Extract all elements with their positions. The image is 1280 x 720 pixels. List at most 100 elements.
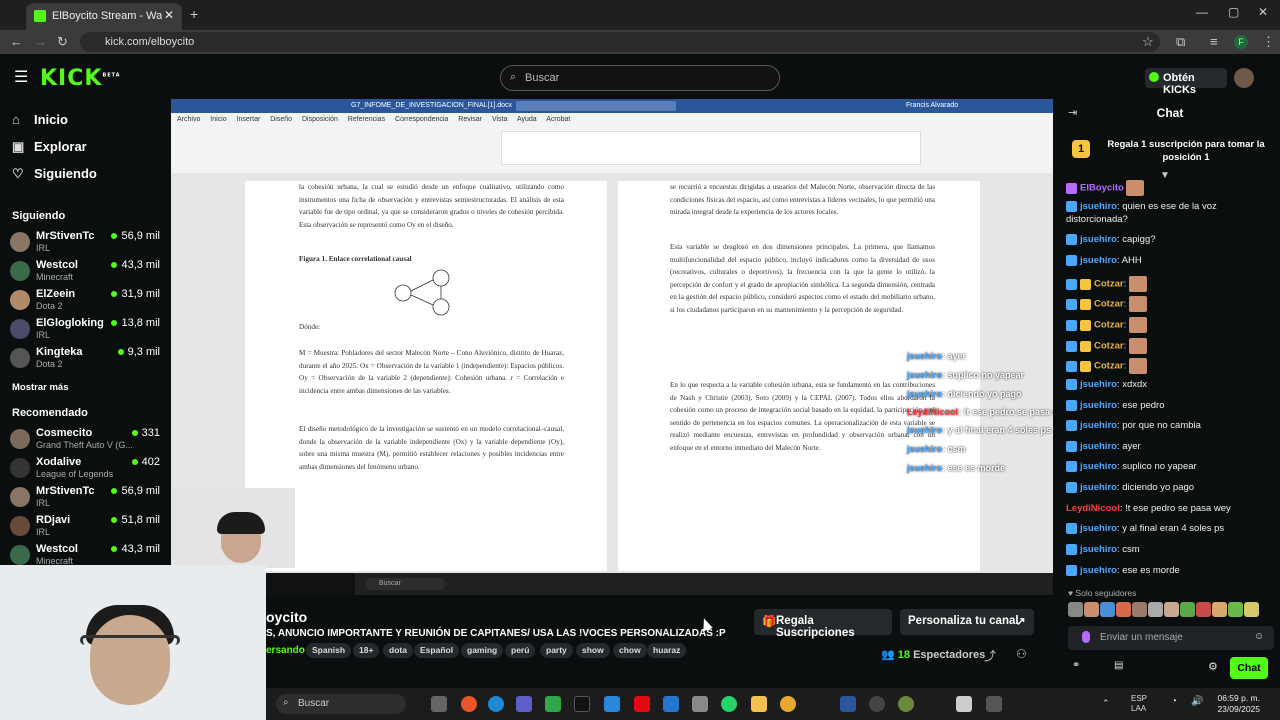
stream-tag[interactable]: perú [505,643,536,658]
media-icon[interactable]: ≡ [1210,34,1218,49]
nav-explore[interactable]: ▣ Explorar [12,139,87,155]
search-input[interactable]: ⌕ Buscar [500,65,780,91]
emoji-icon[interactable]: ☺ [1254,631,1264,642]
clock-date: 23/09/2025 [1217,704,1260,714]
task-view-icon[interactable] [431,696,447,712]
close-tab-icon[interactable]: ✕ [164,8,174,22]
microphone-icon[interactable] [1082,631,1090,643]
send-chat-button[interactable]: Chat [1230,657,1268,679]
sidebar-channel[interactable]: ElGlogloking IRL 13,8 mil [10,317,160,345]
settings-icon[interactable] [986,696,1002,712]
file-explorer-icon[interactable] [751,696,767,712]
stream-tag[interactable]: chow [613,643,647,658]
outlook-icon[interactable] [663,696,679,712]
close-window-icon[interactable]: ✕ [1258,5,1268,19]
whatsapp-icon[interactable] [721,696,737,712]
app-icon[interactable] [692,696,708,712]
stream-tag[interactable]: dota [383,643,413,658]
firefox-icon[interactable] [461,696,477,712]
taskbar-clock[interactable]: 06:59 p. m. 23/09/2025 [1217,693,1260,715]
extensions-icon[interactable]: ⧉ [1176,34,1185,50]
avatar [10,261,30,281]
app-icon[interactable] [898,696,914,712]
sidebar-channel[interactable]: Kingteka Dota 2 9,3 mil [10,346,160,374]
tiktok-icon[interactable] [574,696,590,712]
chat-message-input[interactable]: Enviar un mensaje ☺ [1068,626,1274,650]
windows-search[interactable]: ⌕ Buscar [276,694,406,714]
emote[interactable] [1164,602,1179,617]
edge-icon[interactable] [488,696,504,712]
stream-tag[interactable]: show [576,643,610,658]
browser-tab[interactable]: ElBoycito Stream - Watch L ✕ [26,3,182,30]
search-icon: ⌕ [510,71,517,83]
stream-tag[interactable]: 18+ [353,643,380,658]
teams-icon[interactable] [516,696,532,712]
connections-icon[interactable]: ⚭ [1072,660,1080,671]
address-bar[interactable]: kick.com/elboycito [80,32,1160,52]
word-styles-gallery [501,131,921,165]
stream-video-player[interactable]: G7_INFOME_DE_INVESTIGACION_FINAL[1].docx… [171,99,1053,595]
volume-icon[interactable]: 🔊 [1191,696,1203,707]
photos-icon[interactable] [604,696,620,712]
store-icon[interactable]: ▤ [1114,660,1123,671]
customize-channel-button[interactable]: Personaliza tu canal ↗ [900,609,1034,635]
stream-tag[interactable]: party [540,643,573,658]
share-icon[interactable]: ⤴ [984,647,996,664]
sidebar-channel[interactable]: Westcol Minecraft 43,3 mil [10,259,160,287]
get-kicks-button[interactable]: Obtén KICKs [1145,68,1227,96]
browser-menu-icon[interactable]: ⋮ [1262,34,1275,50]
tray-chevron-icon[interactable]: ⌃ [1102,698,1110,709]
sidebar-channel[interactable]: Xodalive League of Legends 402 [10,456,160,484]
chat-settings-icon[interactable]: ⚙ [1208,660,1218,673]
emote[interactable] [1132,602,1147,617]
follow-user-icon[interactable]: ⚇ [1016,647,1027,661]
emote[interactable] [1148,602,1163,617]
emote[interactable] [1180,602,1195,617]
nav-following[interactable]: ♡ Siguiendo [12,166,97,182]
language-indicator[interactable]: ESP LAA [1131,694,1147,714]
emote[interactable] [1228,602,1243,617]
stream-category-link[interactable]: ersando [266,645,305,656]
stream-tag[interactable]: Español [414,643,460,658]
subscription-promo[interactable]: 1 Regala 1 suscripción para tomar la pos… [1060,130,1280,176]
minimize-icon[interactable]: — [1196,5,1208,19]
show-more-link[interactable]: Mostrar más [12,382,69,393]
obs-icon[interactable] [869,696,885,712]
emote[interactable] [1116,602,1131,617]
back-icon[interactable]: ← [10,34,23,49]
notepad-icon[interactable] [956,696,972,712]
forward-icon[interactable]: → [34,34,47,49]
kick-logo[interactable]: KICKBETA [40,66,121,91]
netflix-icon[interactable] [634,696,650,712]
stream-tag[interactable]: Spanish [306,643,352,658]
sidebar-channel[interactable]: RDjavi IRL 51,8 mil [10,514,160,542]
bookmark-star-icon[interactable]: ☆ [1142,34,1154,50]
user-avatar[interactable] [1234,68,1254,88]
streamer-name[interactable]: oycito [266,609,307,625]
new-tab-icon[interactable]: + [190,6,198,22]
profile-avatar[interactable]: F [1234,35,1248,49]
reload-icon[interactable]: ↻ [57,34,68,50]
chrome-icon[interactable] [780,696,796,712]
emote [1128,358,1147,374]
nav-home[interactable]: ⌂ Inicio [12,112,68,127]
emote[interactable] [1244,602,1259,617]
store-icon[interactable] [545,696,561,712]
sidebar-channel[interactable]: MrStivenTc IRL 56,9 mil [10,485,160,513]
stream-tag[interactable]: huaraz [647,643,687,658]
emote[interactable] [1100,602,1115,617]
sidebar-channel[interactable]: Cosmecito Grand Theft Auto V (G... 331 [10,427,160,455]
maximize-icon[interactable]: ▢ [1228,5,1239,19]
sidebar-channel[interactable]: MrStivenTc IRL 56,9 mil [10,230,160,258]
stream-tag[interactable]: gaming [461,643,504,658]
network-icon[interactable]: ◔ [1171,696,1177,707]
sidebar-channel[interactable]: ElZeein Dota 2 31,9 mil [10,288,160,316]
emote[interactable] [1212,602,1227,617]
emote[interactable] [1196,602,1211,617]
emote[interactable] [1068,602,1083,617]
chat-message: jsuehiro: diciendo yo pago [1066,482,1276,500]
emote[interactable] [1084,602,1099,617]
hamburger-menu-icon[interactable]: ☰ [14,67,28,87]
gift-subscriptions-button[interactable]: 🎁 Regala Suscripciones [754,609,892,639]
word-icon[interactable] [840,696,856,712]
